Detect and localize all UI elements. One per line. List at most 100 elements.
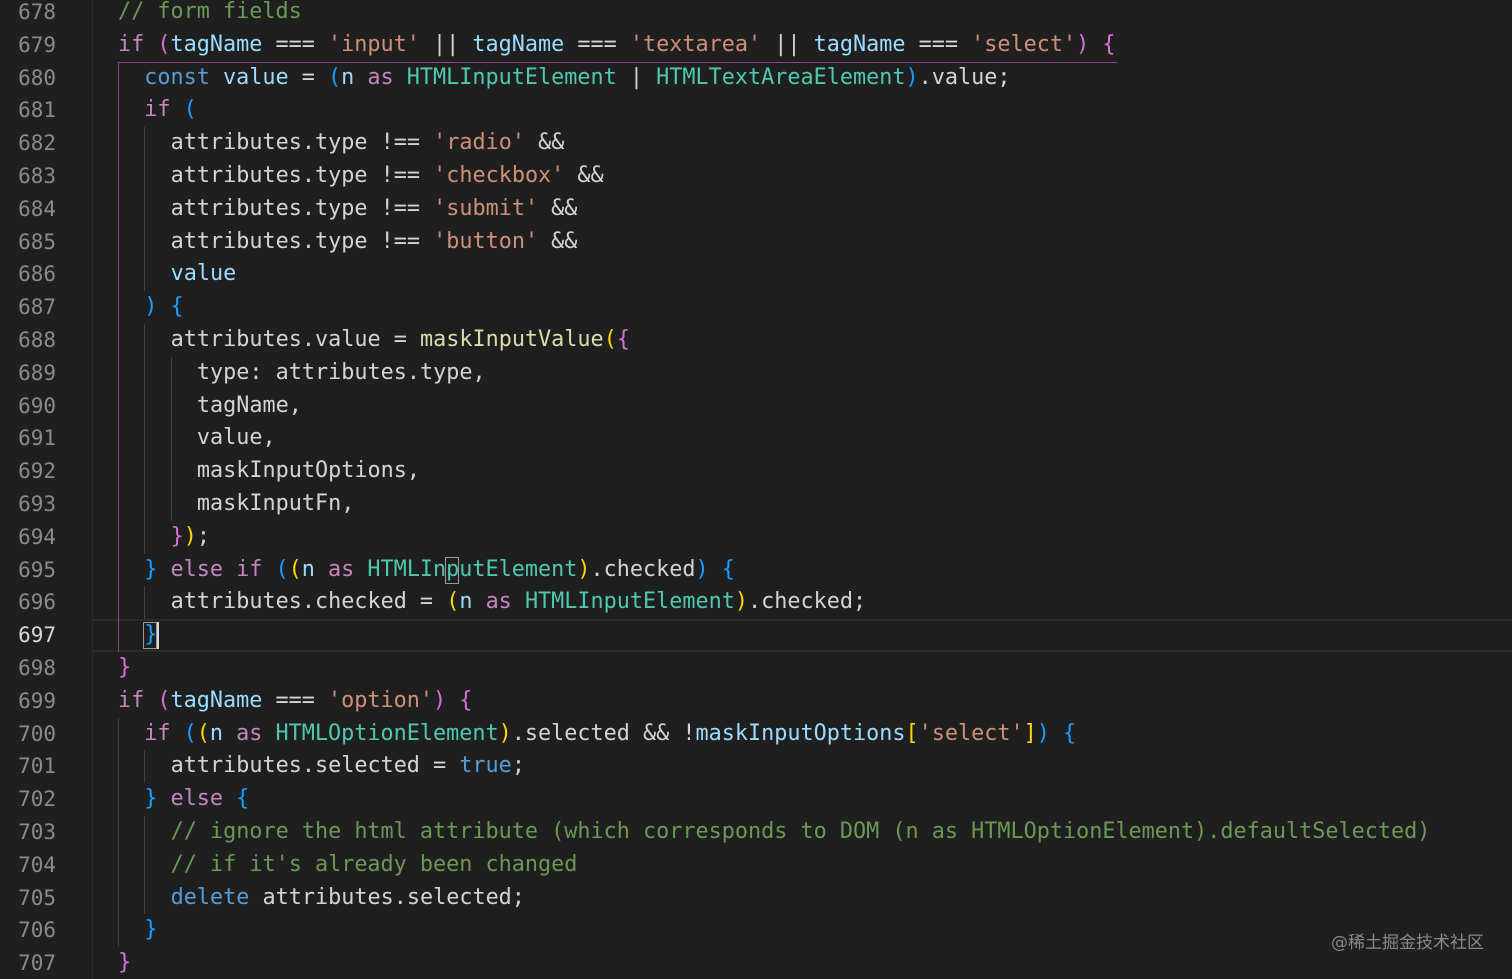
code-token: attributes [170,753,302,779]
code-token: ) [432,687,447,713]
code-area[interactable]: // form fields if (tagName === 'input' ||… [92,0,1512,979]
code-token: { [616,327,630,352]
code-token: === [262,687,328,713]
indent-guide [144,389,146,423]
code-token: 'checkbox' [433,163,565,188]
code-token: = [380,327,420,352]
line-number: 699 [18,688,56,713]
code-token: = [419,753,460,779]
code-token: { [721,556,735,582]
watermark-text: @稀土掘金技术社区 [1331,933,1484,953]
line-number: 706 [18,918,56,943]
code-token: !== [367,195,434,221]
indent-guide [118,717,119,751]
indent-guide [144,258,146,292]
code-token: tagName [170,687,263,713]
code-line[interactable]: if ( [144,94,197,127]
code-token: !== [367,228,434,254]
code-token: // if it's already been changed [170,851,578,877]
code-line[interactable]: const value = (n as HTMLInputElement | H… [144,62,1010,95]
code-line[interactable]: tagName, [197,390,302,423]
code-token: attributes [170,589,302,615]
code-token: ) [1036,720,1050,746]
code-token: tagName [813,31,906,57]
code-token: ) [183,523,197,549]
code-line[interactable]: if (tagName === 'option') { [118,685,472,718]
code-line[interactable]: if (tagName === 'input' || tagName === '… [118,29,1115,62]
code-line[interactable]: // if it's already been changed [171,849,578,882]
line-number: 687 [18,295,56,320]
code-token: 'select' [918,720,1024,746]
code-token: { [1062,720,1077,746]
line-number: 694 [18,524,56,549]
indent-guide [118,848,119,882]
code-line[interactable]: attributes.type !== 'radio' && [171,127,565,160]
code-token: 'option' [328,687,433,713]
code-line[interactable]: maskInputFn, [197,488,354,521]
line-number: 700 [18,721,56,746]
indent-guide [144,160,146,193]
line-number: 695 [18,557,56,582]
line-number: 705 [18,885,56,910]
code-line[interactable]: if ((n as HTMLOptionElement).selected &&… [144,718,1076,751]
code-token: 'input' [328,31,420,57]
code-token: HTMLTextAreaElement [656,64,906,90]
code-line[interactable]: } [118,652,131,685]
code-line[interactable]: ) { [144,291,183,324]
code-token: .checked [301,589,407,615]
code-token: && [524,130,565,156]
code-line[interactable]: attributes.value = maskInputValue({ [171,324,630,357]
code-token: n [341,64,355,90]
code-token: attributes [170,163,302,188]
code-line[interactable]: attributes.checked = (n as HTMLInputElem… [171,586,867,619]
code-token: ! [682,720,696,746]
line-number-gutter: 678 679 680 681 682 683 684 685 686 687 688 689 690 6… [0,0,92,979]
code-token: !== [367,130,434,156]
code-line[interactable]: } [144,914,157,947]
code-line[interactable]: attributes.selected = true; [171,750,525,783]
code-line[interactable]: value, [197,422,276,455]
code-line[interactable]: } [118,947,131,979]
line-number: 703 [18,820,56,844]
indent-guide [144,848,146,882]
code-token: === [564,31,630,57]
code-line[interactable]: }); [171,521,210,554]
code-token: value [170,261,237,287]
code-line[interactable]: type: attributes.type, [197,357,486,390]
code-line[interactable]: attributes.type !== 'submit' && [171,193,578,226]
code-token: else [170,786,224,812]
code-token: true [459,753,512,779]
code-line[interactable]: maskInputOptions, [197,455,420,488]
code-token: ) [1076,31,1090,57]
code-token: tagName [472,31,565,57]
indent-guide [144,750,146,784]
code-editor[interactable]: 678 679 680 681 682 683 684 685 686 687 688 689 690 6… [0,0,1512,979]
code-line[interactable]: } else if ((n as HTMLInputElement).check… [144,554,735,587]
code-line[interactable]: value [171,258,237,291]
indent-guide [144,586,146,620]
code-line[interactable]: attributes.type !== 'button' && [171,226,578,259]
code-line[interactable]: } else { [144,783,249,816]
code-line[interactable]: // ignore the html attribute (which corr… [171,816,1431,849]
line-number: 679 [18,32,56,57]
indent-guide [144,324,146,357]
code-token: ; [511,753,525,779]
code-token: .type [301,130,368,156]
indent-guide [144,356,146,390]
bracket-match-close [143,622,158,650]
code-line[interactable]: delete attributes.selected; [171,882,525,915]
code-line[interactable]: attributes.type !== 'checkbox' && [171,160,604,193]
code-line[interactable]: // form fields [118,0,302,29]
line-number: 690 [18,393,56,418]
